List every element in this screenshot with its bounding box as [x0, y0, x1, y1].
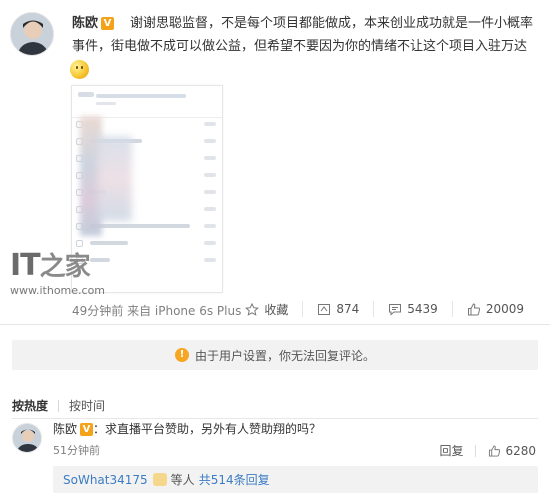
- repost-button[interactable]: 874: [302, 301, 373, 317]
- author-avatar[interactable]: [10, 12, 54, 56]
- post-text: 谢谢思聪监督，不是每个项目都能做成，本来创业成功就是一件小概率事件，街电做不成可…: [72, 16, 534, 54]
- thumbs-up-icon: [489, 444, 501, 457]
- sub-reply-mid-text: 等人: [170, 473, 195, 487]
- thumb-blur: [96, 136, 132, 221]
- comment-time: 51分钟前: [53, 444, 100, 457]
- author-name[interactable]: 陈欧 V: [72, 12, 115, 31]
- post-meta: 49分钟前 来自 iPhone 6s Plus: [72, 304, 242, 318]
- comment-text: 求直播平台赞助，另外有人赞助翔的吗？: [105, 422, 322, 436]
- tab-sort-time[interactable]: 按时间: [69, 397, 105, 414]
- weibo-post: 谢谢思聪监督，不是每个项目都能做成，本来创业成功就是一件小概率事件，街电做不成可…: [0, 0, 550, 325]
- tab-separator: [58, 399, 60, 412]
- ithome-watermark: IT之家 www.ithome.com: [10, 248, 106, 298]
- comment-like-button[interactable]: 6280: [488, 444, 536, 458]
- tab-sort-hot[interactable]: 按热度: [12, 397, 48, 414]
- favorite-label: 收藏: [264, 302, 289, 317]
- warning-icon: !: [174, 348, 189, 362]
- ithome-logo: IT之家: [10, 248, 91, 283]
- comment-avatar-image: [13, 424, 41, 452]
- repost-icon: [318, 303, 331, 315]
- sub-reply-summary[interactable]: SoWhat34175 等人 共514条回复: [53, 466, 538, 493]
- thumb-line: [96, 94, 186, 98]
- sub-reply-count-link[interactable]: 共514条回复: [199, 471, 270, 488]
- verified-badge: V: [101, 17, 115, 30]
- avatar-image: [11, 13, 53, 55]
- smile-emoji-icon: [70, 60, 89, 79]
- thumb-line: [78, 92, 94, 97]
- star-icon: [245, 302, 260, 316]
- section-divider: [0, 324, 550, 325]
- comment-verified-badge: V: [80, 423, 94, 436]
- thumb-line: [96, 102, 116, 105]
- thumbnail-header: [72, 86, 222, 118]
- repost-count: 874: [336, 302, 360, 316]
- post-body: 谢谢思聪监督，不是每个项目都能做成，本来创业成功就是一件小概率事件，街电做不成可…: [72, 12, 538, 58]
- sub-reply-user[interactable]: SoWhat34175: [63, 473, 148, 487]
- favorite-button[interactable]: 收藏: [231, 301, 302, 317]
- comment-like-count: 6280: [505, 443, 536, 458]
- post-actions: 收藏 874 5439 20009: [231, 301, 538, 317]
- cat-emoji-icon: [152, 473, 167, 486]
- comment-sort-tabs: 按热度 按时间: [12, 397, 105, 414]
- thumbs-up-icon: [467, 302, 480, 315]
- notice-text: 由于用户设置，你无法回复评论。: [194, 348, 375, 363]
- author-name-text[interactable]: 陈欧: [72, 16, 98, 31]
- comment-restriction-notice: ! 由于用户设置，你无法回复评论。: [12, 340, 538, 370]
- comment-author[interactable]: 陈欧: [53, 422, 77, 436]
- comment-action-separator: [475, 444, 477, 457]
- like-count: 20009: [485, 302, 524, 316]
- comment-button[interactable]: 5439: [373, 301, 452, 317]
- like-button[interactable]: 20009: [451, 301, 538, 317]
- comment-icon: [389, 303, 402, 316]
- comment-colon: ：: [93, 422, 106, 436]
- tabs-divider: [12, 418, 538, 419]
- comment-count: 5439: [407, 302, 438, 316]
- comment-reply-button[interactable]: 回复: [439, 442, 463, 459]
- comment-avatar[interactable]: [12, 423, 42, 453]
- comment-body: 陈欧 V ：求直播平台赞助，另外有人赞助翔的吗？: [53, 421, 321, 437]
- watermark-url: www.ithome.com: [10, 284, 106, 297]
- comment-actions: 回复 6280: [439, 442, 536, 459]
